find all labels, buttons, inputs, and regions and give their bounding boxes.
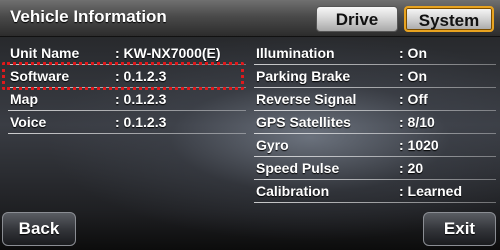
row-divider [8,110,246,111]
row-divider [254,64,496,65]
info-value: : On [399,68,427,84]
info-row-reverse-signal: Reverse Signal : Off [256,90,496,108]
info-label: Calibration [256,183,330,199]
info-row-map: Map : 0.1.2.3 [10,90,246,108]
exit-button[interactable]: Exit [423,212,496,246]
info-row-parking-brake: Parking Brake : On [256,67,496,85]
info-value: : 0.1.2.3 [115,91,167,107]
info-value: : KW-NX7000(E) [115,45,221,61]
tab-system[interactable]: System [404,6,494,32]
info-value: : On [399,45,427,61]
info-value: : 0.1.2.3 [115,114,167,130]
row-divider [254,133,496,134]
info-row-voice: Voice : 0.1.2.3 [10,113,246,131]
info-label: Speed Pulse [256,160,340,176]
info-label: Map [10,91,38,107]
info-row-calibration: Calibration : Learned [256,182,496,200]
row-divider [254,110,496,111]
info-label: Voice [10,114,47,130]
row-divider [8,133,246,134]
info-row-gps-satellites: GPS Satellites : 8/10 [256,113,496,131]
title-bar: Vehicle Information Drive System [0,0,500,37]
info-value: : Learned [399,183,463,199]
info-label: Illumination [256,45,335,61]
info-row-speed-pulse: Speed Pulse : 20 [256,159,496,177]
info-value: : 1020 [399,137,439,153]
info-value: : 20 [399,160,424,176]
info-label: Gyro [256,137,289,153]
back-button[interactable]: Back [2,212,76,246]
info-label: Parking Brake [256,68,351,84]
row-divider [254,179,496,180]
info-label: Reverse Signal [256,91,357,107]
row-divider [254,87,496,88]
info-row-unit-name: Unit Name : KW-NX7000(E) [10,44,246,62]
info-value: : 8/10 [399,114,435,130]
info-label: GPS Satellites [256,114,351,130]
tab-drive[interactable]: Drive [316,6,398,32]
vehicle-information-screen: Vehicle Information Drive System Unit Na… [0,0,500,250]
page-title: Vehicle Information [10,7,167,26]
info-row-gyro: Gyro : 1020 [256,136,496,154]
software-highlight-box [2,62,244,90]
info-label: Unit Name [10,45,80,61]
info-row-illumination: Illumination : On [256,44,496,62]
row-divider [254,156,496,157]
row-divider [254,202,496,203]
info-value: : Off [399,91,428,107]
